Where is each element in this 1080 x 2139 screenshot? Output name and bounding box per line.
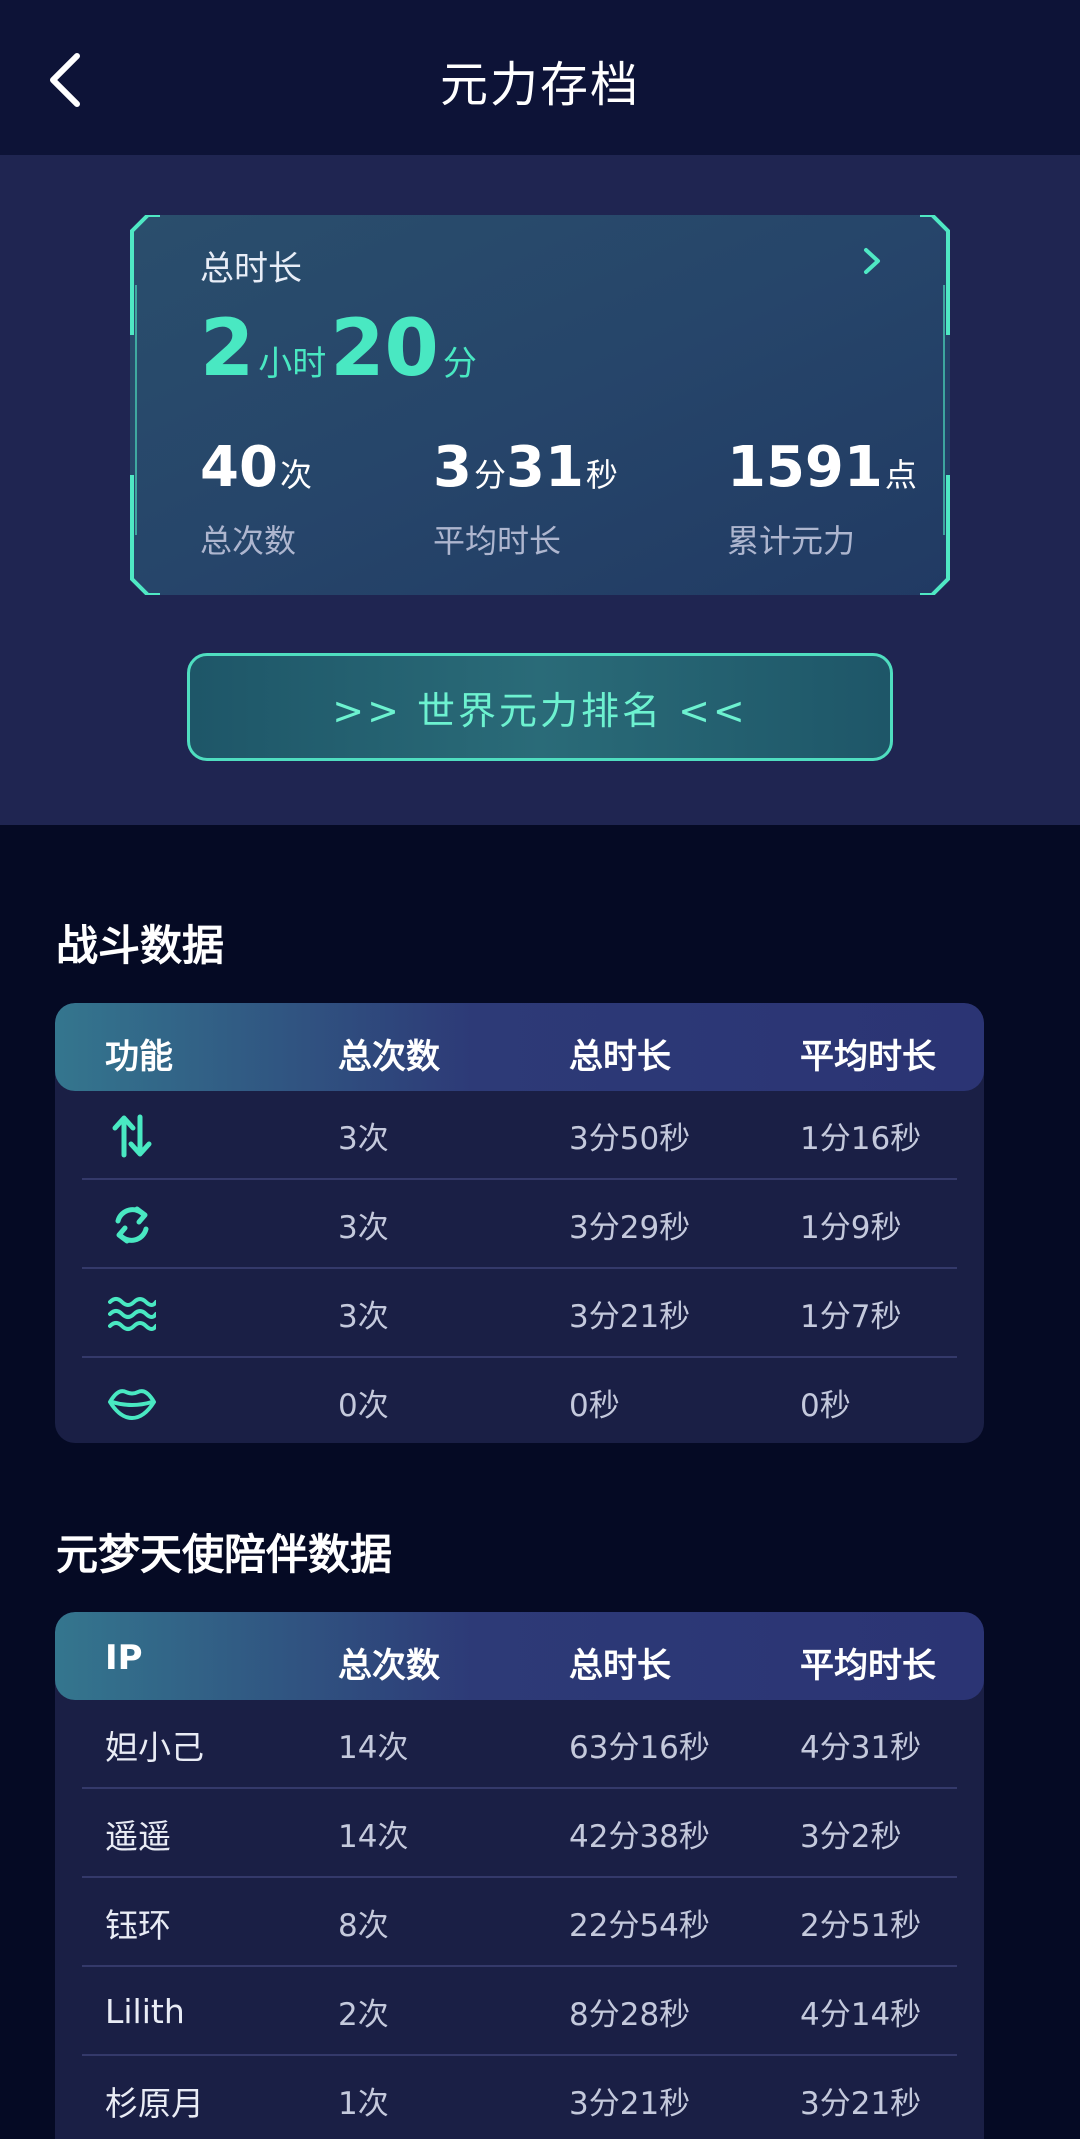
- column-header: 平均时长: [800, 1037, 936, 1077]
- stat-seconds-unit: 秒: [585, 456, 618, 494]
- rotate-icon: [107, 1200, 157, 1250]
- stat-total-power: 1591 点 累计元力: [727, 440, 917, 562]
- battle-data-table: 功能 总次数 总时长 平均时长 3次 3分50秒 1分16秒 3次 3分29秒 …: [55, 1003, 984, 1443]
- table-row: 0次 0秒 0秒: [55, 1358, 984, 1443]
- total-duration-cell: 3分50秒: [569, 1121, 691, 1157]
- average-duration-cell: 1分16秒: [800, 1121, 922, 1157]
- stat-unit: 次: [279, 456, 312, 494]
- count-cell: 1次: [338, 2086, 389, 2122]
- table-row: Lilith 2次 8分28秒 4分14秒: [55, 1967, 984, 2056]
- summary-card[interactable]: 总时长 2 小时 20 分 40 次 总次数 3 分 31 秒 平均时长 159…: [130, 215, 950, 595]
- ip-name-cell: 遥遥: [105, 1816, 171, 1856]
- table-row: 妲小己 14次 63分16秒 4分31秒: [55, 1700, 984, 1789]
- total-duration-cell: 42分38秒: [569, 1819, 710, 1855]
- stat-label: 累计元力: [727, 522, 856, 560]
- ip-name-cell: Lilith: [105, 1992, 185, 2031]
- total-duration-cell: 8分28秒: [569, 1997, 691, 2033]
- column-header: 总次数: [338, 1646, 440, 1686]
- average-duration-cell: 3分21秒: [800, 2086, 922, 2122]
- column-header: 功能: [105, 1037, 173, 1077]
- average-duration-cell: 4分31秒: [800, 1730, 922, 1766]
- page: 元力存档 总时长 2 小时 20 分 40 次 总次数 3 分 31 秒 平均时…: [0, 0, 1080, 2139]
- count-cell: 8次: [338, 1908, 389, 1944]
- stat-average-duration: 3 分 31 秒 平均时长: [433, 440, 618, 562]
- average-duration-cell: 1分9秒: [800, 1210, 902, 1246]
- count-cell: 3次: [338, 1121, 389, 1157]
- stat-total-count: 40 次 总次数: [200, 440, 312, 562]
- chevron-right-icon: [864, 248, 880, 274]
- detail-arrow[interactable]: [852, 239, 892, 283]
- lips-icon: [107, 1378, 157, 1428]
- table-header: IP 总次数 总时长 平均时长: [55, 1612, 984, 1700]
- total-duration-label: 总时长: [200, 249, 302, 289]
- column-header: IP: [105, 1638, 143, 1678]
- up-down-arrows-icon: [107, 1111, 157, 1161]
- stat-unit: 点: [884, 456, 917, 494]
- count-cell: 3次: [338, 1210, 389, 1246]
- column-header: 平均时长: [800, 1646, 936, 1686]
- count-cell: 3次: [338, 1299, 389, 1335]
- ip-name-cell: 钰环: [105, 1905, 171, 1945]
- companion-data-title: 元梦天使陪伴数据: [56, 1530, 393, 1579]
- table-row: 钰环 8次 22分54秒 2分51秒: [55, 1878, 984, 1967]
- column-header: 总时长: [569, 1037, 671, 1077]
- table-header: 功能 总次数 总时长 平均时长: [55, 1003, 984, 1091]
- stat-value: 1591: [727, 435, 883, 500]
- total-duration-cell: 0秒: [569, 1388, 620, 1424]
- total-duration-cell: 22分54秒: [569, 1908, 710, 1944]
- total-duration-cell: 3分29秒: [569, 1210, 691, 1246]
- column-header: 总时长: [569, 1646, 671, 1686]
- average-duration-cell: 1分7秒: [800, 1299, 902, 1335]
- count-cell: 2次: [338, 1997, 389, 2033]
- column-header: 总次数: [338, 1037, 440, 1077]
- summary-section: 总时长 2 小时 20 分 40 次 总次数 3 分 31 秒 平均时长 159…: [0, 155, 1080, 825]
- ip-name-cell: 杉原月: [105, 2083, 204, 2123]
- wave-icon: [107, 1289, 157, 1339]
- average-duration-cell: 0秒: [800, 1388, 851, 1424]
- table-row: 3次 3分29秒 1分9秒: [55, 1180, 984, 1269]
- total-duration-cell: 3分21秒: [569, 1299, 691, 1335]
- top-bar: 元力存档: [0, 0, 1080, 155]
- stat-seconds: 31: [505, 435, 584, 500]
- minutes-value: 20: [330, 304, 439, 394]
- hours-value: 2: [200, 304, 255, 394]
- companion-data-table: IP 总次数 总时长 平均时长 妲小己 14次 63分16秒 4分31秒 遥遥 …: [55, 1612, 984, 2139]
- count-cell: 0次: [338, 1388, 389, 1424]
- average-duration-cell: 4分14秒: [800, 1997, 922, 2033]
- world-ranking-button[interactable]: >> 世界元力排名 <<: [187, 653, 893, 761]
- total-duration-cell: 3分21秒: [569, 2086, 691, 2122]
- ip-name-cell: 妲小己: [105, 1727, 204, 1767]
- hours-unit: 小时: [258, 344, 327, 384]
- table-row: 3次 3分50秒 1分16秒: [55, 1091, 984, 1180]
- stat-label: 总次数: [200, 522, 297, 560]
- total-duration-value: 2 小时 20 分: [200, 310, 481, 388]
- stat-minutes-unit: 分: [473, 456, 506, 494]
- minutes-unit: 分: [442, 344, 477, 384]
- average-duration-cell: 3分2秒: [800, 1819, 902, 1855]
- average-duration-cell: 2分51秒: [800, 1908, 922, 1944]
- stat-label: 平均时长: [433, 522, 562, 560]
- page-title: 元力存档: [439, 57, 640, 113]
- total-duration-cell: 63分16秒: [569, 1730, 710, 1766]
- table-row: 杉原月 1次 3分21秒 3分21秒: [55, 2056, 984, 2139]
- table-row: 遥遥 14次 42分38秒 3分2秒: [55, 1789, 984, 1878]
- stat-value: 40: [200, 435, 278, 500]
- battle-data-title: 战斗数据: [56, 921, 225, 970]
- count-cell: 14次: [338, 1819, 409, 1855]
- stat-minutes: 3: [433, 435, 472, 500]
- count-cell: 14次: [338, 1730, 409, 1766]
- table-row: 3次 3分21秒 1分7秒: [55, 1269, 984, 1358]
